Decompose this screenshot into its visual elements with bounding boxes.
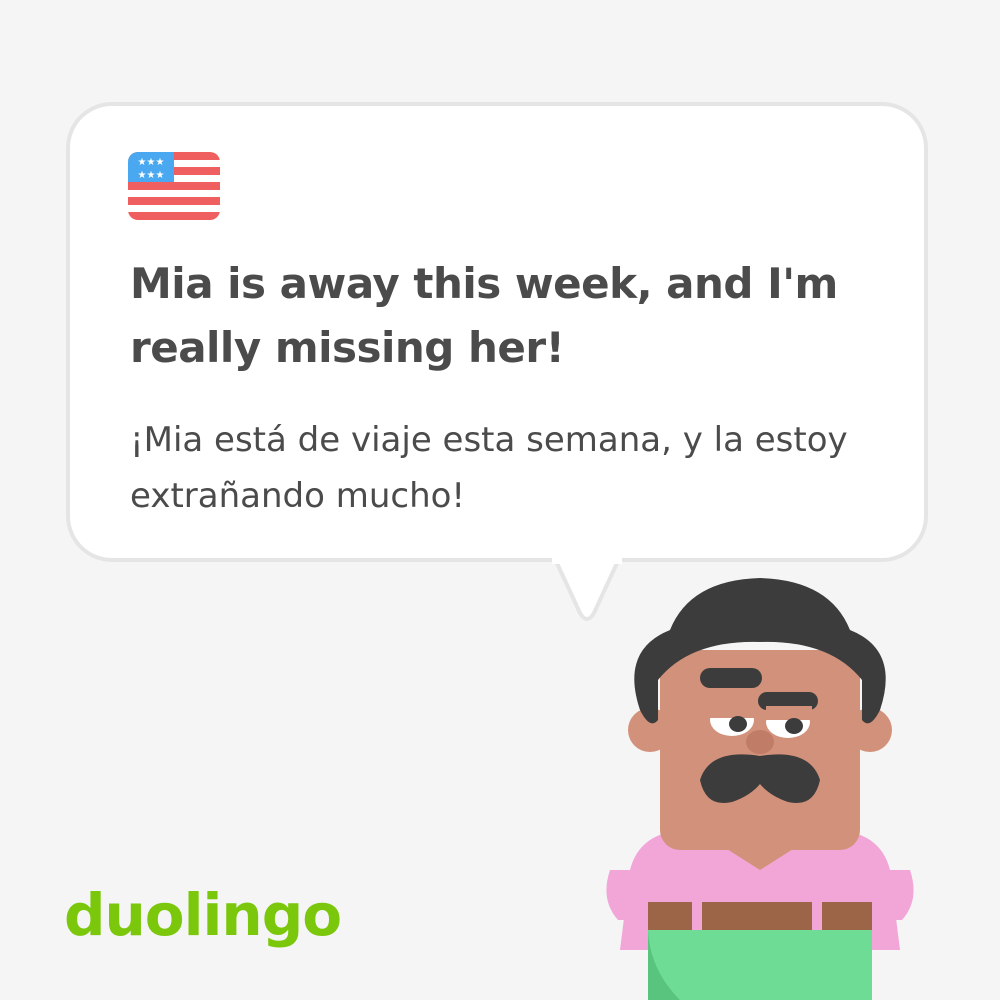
svg-text:★★★: ★★★ xyxy=(138,157,165,168)
us-flag-icon: ★★★ ★★★ xyxy=(128,152,220,220)
svg-text:★★★: ★★★ xyxy=(138,170,165,181)
english-sentence: Mia is away this week, and I'm really mi… xyxy=(130,259,838,372)
post-canvas: ★★★ ★★★ Mia is away this week, and I'm r… xyxy=(0,0,1000,1000)
spanish-sentence: ¡Mia está de viaje esta semana, y la est… xyxy=(130,420,848,516)
duolingo-logo: duolingo xyxy=(64,881,342,949)
mustached-man-character xyxy=(606,578,914,1000)
